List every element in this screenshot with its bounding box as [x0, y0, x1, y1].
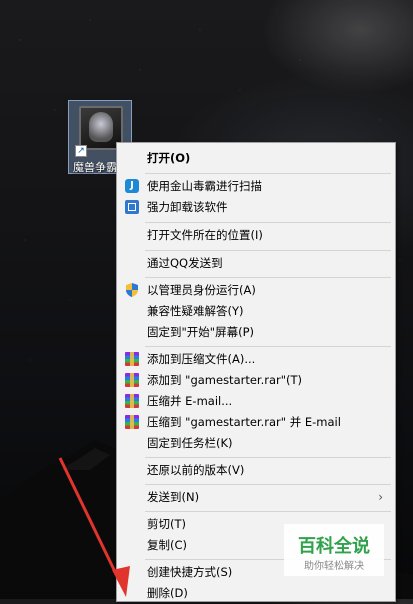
- hero-portrait-icon: [89, 112, 113, 142]
- menu-separator: [145, 222, 391, 223]
- menu-item-pin-to-start[interactable]: 固定到"开始"屏幕(P): [117, 321, 395, 343]
- menu-item-send-via-qq[interactable]: 通过QQ发送到: [117, 252, 395, 274]
- menu-item-restore-previous-versions[interactable]: 还原以前的版本(V): [117, 459, 395, 481]
- menu-item-run-as-admin[interactable]: 以管理员身份运行(A): [117, 279, 395, 301]
- menu-item-label: 复制(C): [147, 538, 188, 552]
- menu-separator: [145, 346, 391, 347]
- watermark-title: 百科全说: [298, 536, 370, 557]
- winrar-icon: [125, 415, 139, 429]
- menu-separator: [145, 173, 391, 174]
- menu-item-pin-to-taskbar[interactable]: 固定到任务栏(K): [117, 432, 395, 454]
- menu-item-delete[interactable]: 删除(D): [117, 582, 395, 604]
- menu-item-send-to[interactable]: 发送到(N) ›: [117, 486, 395, 508]
- menu-item-label: 添加到 "gamestarter.rar"(T): [147, 373, 303, 387]
- menu-item-label: 打开文件所在的位置(I): [147, 228, 263, 242]
- menu-item-add-to-gamestarter-rar[interactable]: 添加到 "gamestarter.rar"(T): [117, 369, 395, 391]
- menu-item-label: 固定到"开始"屏幕(P): [147, 325, 254, 339]
- chevron-right-icon: ›: [378, 490, 383, 504]
- shortcut-arrow-icon: ↗: [75, 145, 87, 157]
- menu-item-label: 添加到压缩文件(A)...: [147, 352, 256, 366]
- menu-separator: [145, 457, 391, 458]
- menu-item-label: 删除(D): [147, 586, 188, 600]
- winrar-icon: [125, 352, 139, 366]
- baike-watermark: 百科全说 助你轻松解决: [284, 524, 384, 576]
- menu-item-label: 还原以前的版本(V): [147, 463, 245, 477]
- menu-item-compress-rar-and-email[interactable]: 压缩到 "gamestarter.rar" 并 E-mail: [117, 411, 395, 433]
- menu-item-open-file-location[interactable]: 打开文件所在的位置(I): [117, 224, 395, 246]
- desktop-icon-label: 魔兽争霸: [73, 161, 117, 174]
- uninstall-icon: [125, 200, 139, 214]
- jinshan-antivirus-icon: J: [125, 179, 139, 193]
- menu-item-label: 创建快捷方式(S): [147, 565, 233, 579]
- menu-item-label: 固定到任务栏(K): [147, 436, 233, 450]
- menu-item-open[interactable]: 打开(O): [117, 147, 395, 169]
- menu-separator: [145, 250, 391, 251]
- winrar-icon: [125, 394, 139, 408]
- menu-item-label: 打开(O): [147, 151, 191, 165]
- menu-item-label: 强力卸载该软件: [147, 200, 228, 214]
- menu-item-label: 剪切(T): [147, 517, 186, 531]
- menu-item-label: 兼容性疑难解答(Y): [147, 304, 244, 318]
- menu-item-label: 发送到(N): [147, 490, 200, 504]
- menu-separator: [145, 277, 391, 278]
- menu-item-label: 压缩并 E-mail...: [147, 394, 233, 408]
- menu-item-label: 压缩到 "gamestarter.rar" 并 E-mail: [147, 415, 341, 429]
- menu-separator: [145, 511, 391, 512]
- menu-item-label: 通过QQ发送到: [147, 256, 223, 270]
- menu-item-label: 以管理员身份运行(A): [147, 283, 256, 297]
- menu-item-scan-jinshan[interactable]: J 使用金山毒霸进行扫描: [117, 175, 395, 197]
- menu-item-label: 使用金山毒霸进行扫描: [147, 179, 262, 193]
- menu-item-compress-and-email[interactable]: 压缩并 E-mail...: [117, 390, 395, 412]
- uac-shield-icon: [126, 283, 138, 297]
- menu-item-compat-troubleshoot[interactable]: 兼容性疑难解答(Y): [117, 300, 395, 322]
- menu-separator: [145, 484, 391, 485]
- watermark-subtitle: 助你轻松解决: [304, 561, 364, 572]
- menu-item-force-uninstall[interactable]: 强力卸载该软件: [117, 196, 395, 218]
- menu-item-add-to-archive[interactable]: 添加到压缩文件(A)...: [117, 348, 395, 370]
- winrar-icon: [125, 373, 139, 387]
